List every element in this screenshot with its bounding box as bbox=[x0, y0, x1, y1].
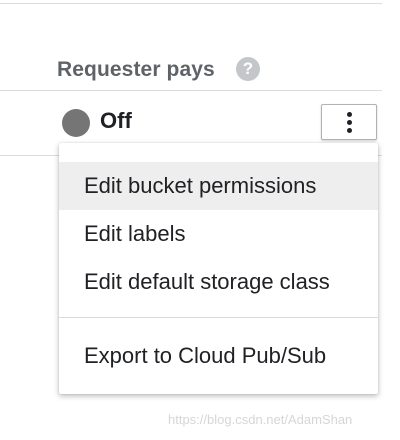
menu-divider bbox=[59, 317, 378, 318]
menu-item-edit-bucket-permissions[interactable]: Edit bucket permissions bbox=[59, 162, 378, 210]
requester-pays-status: Off bbox=[100, 108, 132, 133]
menu-item-export-to-cloud-pubsub[interactable]: Export to Cloud Pub/Sub bbox=[59, 332, 378, 380]
actions-menu: Edit bucket permissions Edit labels Edit… bbox=[59, 143, 378, 394]
more-vertical-icon bbox=[347, 112, 352, 117]
top-divider bbox=[0, 3, 382, 4]
menu-item-edit-labels[interactable]: Edit labels bbox=[59, 210, 378, 258]
more-actions-button[interactable] bbox=[321, 104, 377, 140]
storage-bucket-panel: Requester pays ? Off Edit bucket permiss… bbox=[0, 0, 400, 440]
requester-pays-label: Requester pays bbox=[57, 58, 215, 81]
watermark: https://blog.csdn.net/AdamShan bbox=[168, 412, 353, 427]
status-dot-icon bbox=[62, 109, 90, 137]
requester-pays-header: Requester pays ? bbox=[0, 48, 382, 91]
menu-item-edit-default-storage-class[interactable]: Edit default storage class bbox=[59, 258, 378, 306]
help-circle-icon[interactable]: ? bbox=[236, 57, 260, 81]
more-vertical-icon-dot bbox=[347, 128, 352, 133]
more-vertical-icon-dot bbox=[347, 120, 352, 125]
